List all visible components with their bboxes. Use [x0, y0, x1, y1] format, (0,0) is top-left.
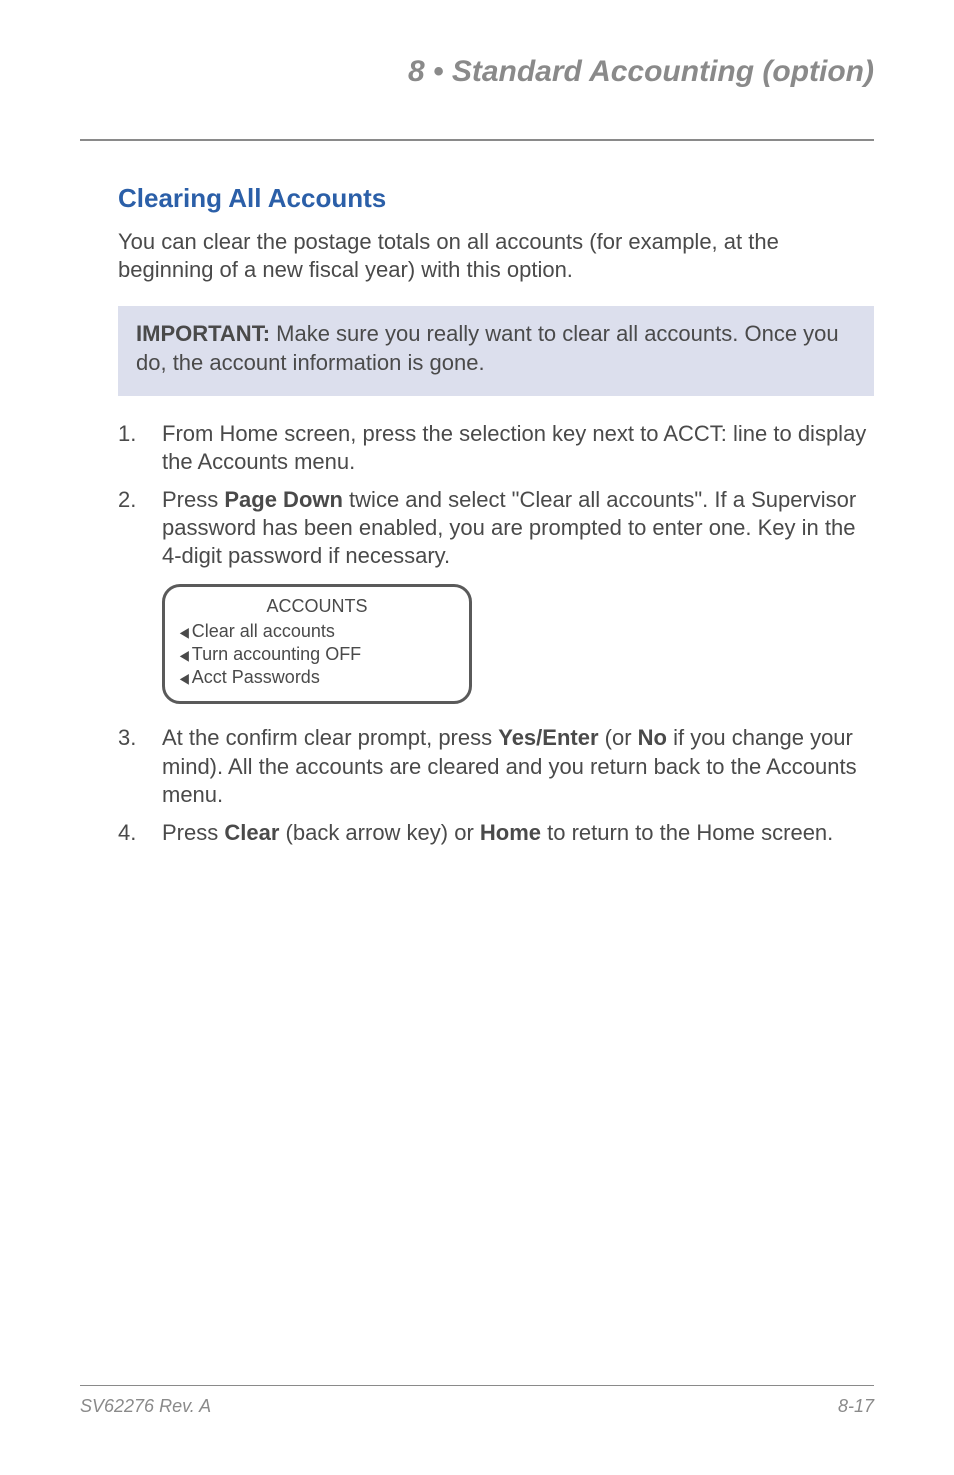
device-screen-wrap: ACCOUNTS ◀Clear all accounts ◀Turn accou… — [162, 584, 874, 704]
step-number: 3. — [118, 724, 136, 752]
triangle-left-icon: ◀ — [180, 625, 189, 639]
step-2: 2. Press Page Down twice and select "Cle… — [118, 486, 874, 705]
important-callout: IMPORTANT: Make sure you really want to … — [118, 306, 874, 395]
step-bold: No — [638, 725, 667, 750]
triangle-left-icon: ◀ — [180, 671, 189, 685]
callout-label: IMPORTANT: — [136, 321, 270, 346]
step-text-mid: (back arrow key) or — [279, 820, 480, 845]
screen-line-text: Acct Passwords — [192, 666, 320, 689]
page-container: 8 • Standard Accounting (option) Clearin… — [0, 0, 954, 1475]
device-screen-line: ◀Acct Passwords — [179, 666, 455, 689]
section-heading: Clearing All Accounts — [118, 183, 874, 214]
step-text-prefix: Press — [162, 487, 224, 512]
device-screen-title: ACCOUNTS — [179, 595, 455, 618]
step-text-prefix: Press — [162, 820, 224, 845]
device-screen: ACCOUNTS ◀Clear all accounts ◀Turn accou… — [162, 584, 472, 704]
step-text: From Home screen, press the selection ke… — [162, 421, 866, 474]
steps-list: 1. From Home screen, press the selection… — [118, 420, 874, 848]
step-1: 1. From Home screen, press the selection… — [118, 420, 874, 476]
triangle-left-icon: ◀ — [180, 648, 189, 662]
step-number: 2. — [118, 486, 136, 514]
footer-doc-id: SV62276 Rev. A — [80, 1396, 211, 1417]
screen-line-text: Clear all accounts — [192, 620, 335, 643]
step-number: 4. — [118, 819, 136, 847]
step-bold: Page Down — [224, 487, 343, 512]
screen-line-text: Turn accounting OFF — [192, 643, 361, 666]
intro-paragraph: You can clear the postage totals on all … — [118, 228, 874, 284]
step-bold: Yes/Enter — [498, 725, 598, 750]
step-number: 1. — [118, 420, 136, 448]
device-screen-line: ◀Turn accounting OFF — [179, 643, 455, 666]
step-text-suffix: to return to the Home screen. — [541, 820, 833, 845]
chapter-title: 8 • Standard Accounting (option) — [80, 55, 874, 97]
step-text-mid: (or — [599, 725, 638, 750]
step-text-prefix: At the confirm clear prompt, press — [162, 725, 498, 750]
step-3: 3. At the confirm clear prompt, press Ye… — [118, 724, 874, 808]
page-footer: SV62276 Rev. A 8-17 — [80, 1385, 874, 1417]
step-bold: Clear — [224, 820, 279, 845]
chapter-rule — [80, 139, 874, 141]
step-bold: Home — [480, 820, 541, 845]
footer-page-number: 8-17 — [838, 1396, 874, 1417]
device-screen-line: ◀Clear all accounts — [179, 620, 455, 643]
step-4: 4. Press Clear (back arrow key) or Home … — [118, 819, 874, 847]
